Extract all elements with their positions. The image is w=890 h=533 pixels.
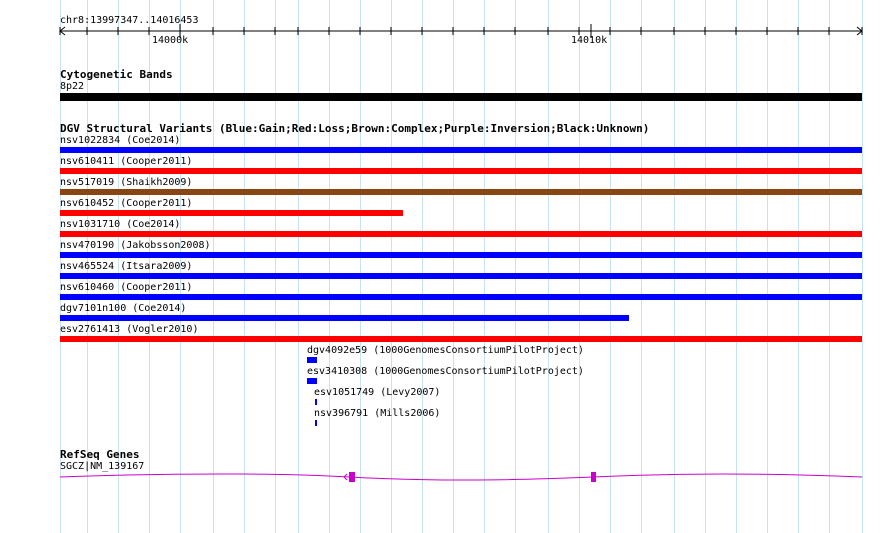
gene-intron-line [59, 473, 863, 481]
gene-model[interactable] [0, 0, 890, 533]
gene-exon [591, 472, 596, 482]
gene-exon [349, 472, 355, 482]
